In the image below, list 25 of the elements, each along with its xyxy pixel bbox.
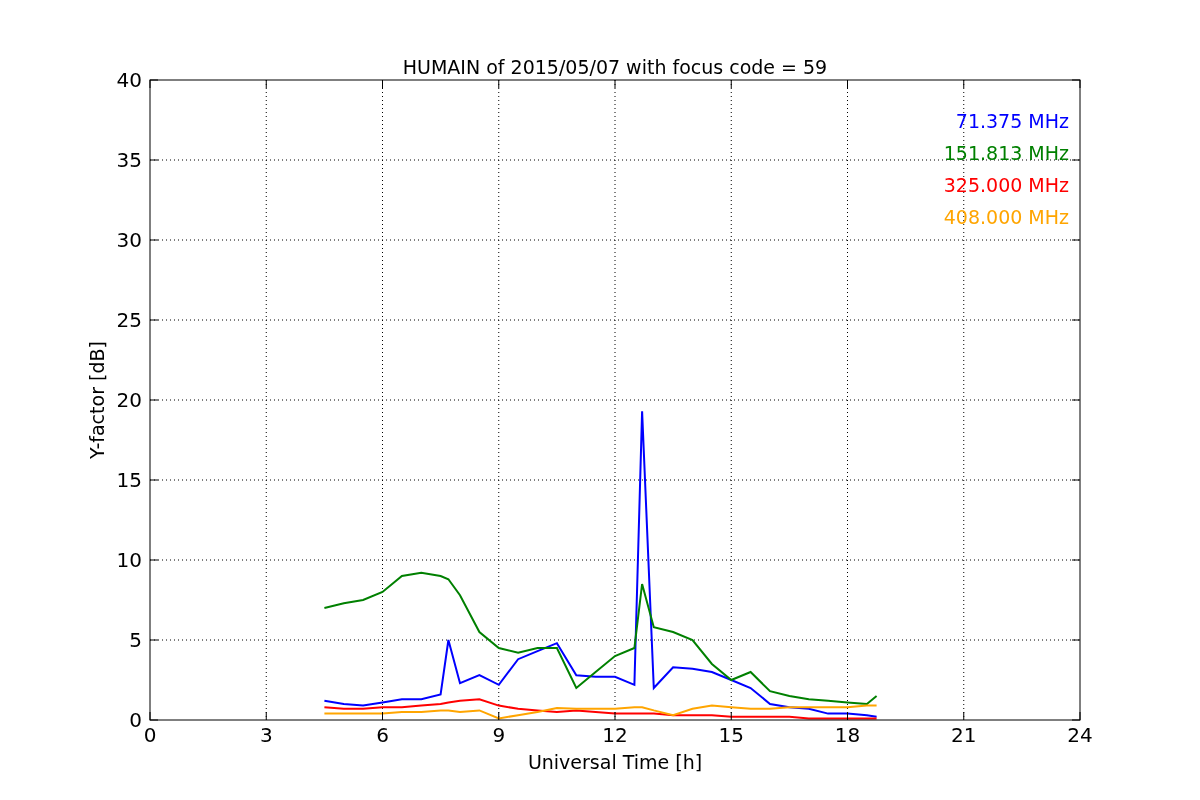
chart-title: HUMAIN of 2015/05/07 with focus code = 59 (402, 56, 828, 78)
y-axis-label: Y-factor [dB] (86, 341, 108, 459)
y-tick-label: 35 (116, 148, 142, 172)
y-tick-label: 10 (116, 548, 142, 572)
x-tick-label: 12 (602, 723, 628, 747)
legend-label: 71.375 MHz (955, 110, 1069, 132)
x-tick-label: 15 (718, 723, 744, 747)
y-tick-label: 0 (129, 708, 142, 732)
x-axis-label: Universal Time [h] (527, 751, 703, 773)
legend-label: 325.000 MHz (943, 174, 1069, 196)
x-tick-label: 18 (834, 723, 861, 747)
y-tick-label: 25 (116, 308, 142, 332)
y-tick-label: 30 (116, 228, 142, 252)
x-tick-label: 6 (376, 723, 389, 747)
y-tick-label: 20 (116, 388, 142, 412)
legend-label: 408.000 MHz (943, 206, 1069, 228)
x-tick-label: 3 (259, 723, 273, 747)
y-tick-label: 5 (129, 628, 142, 652)
y-tick-label: 15 (116, 468, 142, 492)
x-tick-label: 0 (143, 723, 157, 747)
x-tick-label: 9 (492, 723, 506, 747)
legend-label: 151.813 MHz (943, 142, 1069, 164)
y-tick-label: 40 (116, 68, 142, 92)
x-tick-label: 21 (951, 723, 977, 747)
x-tick-label: 24 (1067, 723, 1093, 747)
